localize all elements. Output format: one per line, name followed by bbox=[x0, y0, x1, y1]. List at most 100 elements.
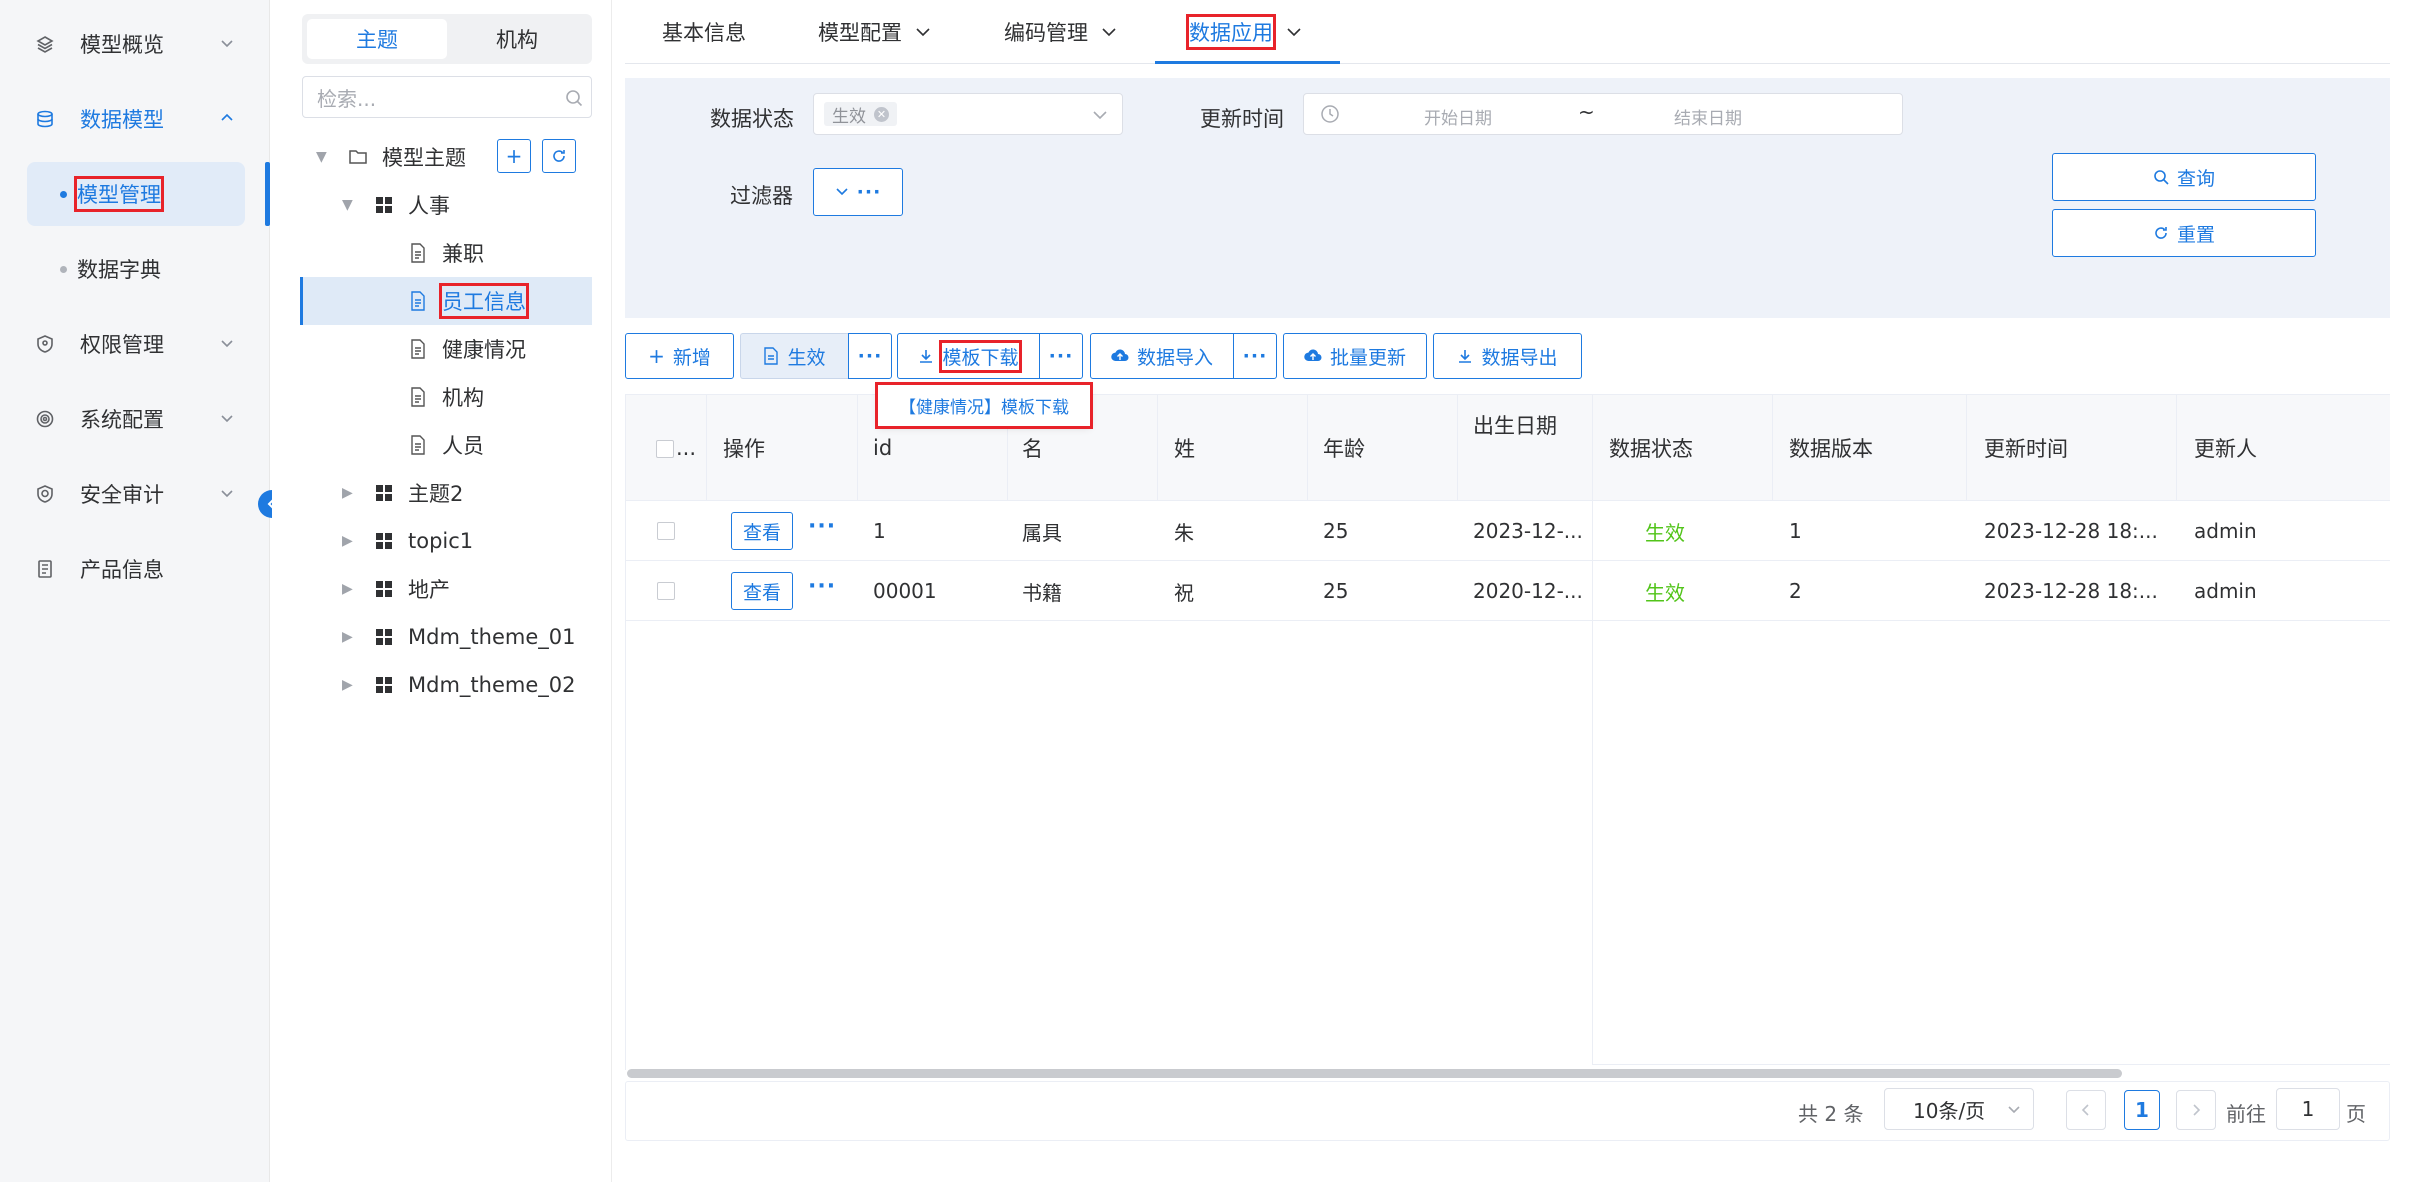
column-divider bbox=[2176, 395, 2177, 500]
tab-code-management[interactable]: 编码管理 bbox=[1004, 14, 1118, 50]
tab-label: 数据应用 bbox=[1186, 14, 1276, 50]
prev-page-button[interactable] bbox=[2066, 1090, 2106, 1130]
header-age[interactable]: 年龄 bbox=[1323, 396, 1365, 500]
chevron-up-icon bbox=[221, 113, 233, 121]
page-size-select[interactable]: 10条/页 bbox=[1884, 1088, 2034, 1130]
activate-more-button[interactable]: ··· bbox=[848, 333, 892, 379]
cell-ming: 属具 bbox=[1022, 520, 1062, 545]
batch-update-button[interactable]: 批量更新 bbox=[1283, 333, 1427, 379]
document-icon bbox=[34, 558, 56, 580]
tree-node-jigou[interactable]: 机构 bbox=[408, 377, 484, 417]
tree-node-renshi[interactable]: ▼ 人事 bbox=[342, 185, 450, 225]
nav-security-audit[interactable]: 安全审计 bbox=[34, 474, 234, 514]
header-birth-date[interactable]: 出生日期 bbox=[1473, 396, 1557, 500]
tab-data-application[interactable]: 数据应用 bbox=[1186, 14, 1303, 50]
tree-node-yuangong[interactable]: 员工信息 bbox=[408, 281, 529, 321]
goto-page-input[interactable]: 1 bbox=[2276, 1088, 2340, 1130]
header-updated-by[interactable]: 更新人 bbox=[2194, 396, 2257, 500]
nav-label: 模型概览 bbox=[80, 33, 164, 57]
data-export-button[interactable]: 数据导出 bbox=[1433, 333, 1582, 379]
time-filter-label: 更新时间 bbox=[1200, 107, 1284, 131]
cell-age: 25 bbox=[1323, 579, 1349, 603]
more-icon: ··· bbox=[857, 345, 883, 367]
tree-node-label: Mdm_theme_01 bbox=[408, 625, 576, 649]
caret-right-icon: ▶ bbox=[342, 581, 353, 597]
query-button[interactable]: 查询 bbox=[2052, 153, 2316, 201]
search-icon bbox=[2154, 170, 2169, 185]
tree-search-input[interactable]: 检索... bbox=[302, 76, 592, 118]
more-icon: ··· bbox=[1048, 345, 1074, 367]
select-all-checkbox[interactable] bbox=[656, 440, 674, 458]
subnav-model-management[interactable]: 模型管理 bbox=[60, 174, 164, 214]
header-updated-time[interactable]: 更新时间 bbox=[1984, 396, 2068, 500]
tab-organization[interactable]: 机构 bbox=[447, 19, 587, 59]
nav-model-overview[interactable]: 模型概览 bbox=[34, 24, 234, 64]
tree-node-label: 员工信息 bbox=[439, 283, 529, 319]
horizontal-scrollbar[interactable] bbox=[627, 1069, 2122, 1078]
date-range-picker[interactable]: 开始日期 ~ 结束日期 bbox=[1303, 93, 1903, 135]
row-more-icon[interactable]: ··· bbox=[808, 514, 836, 539]
tree-node-jianzhi[interactable]: 兼职 bbox=[408, 233, 484, 273]
close-icon[interactable]: ✕ bbox=[874, 106, 889, 122]
tab-basic-info[interactable]: 基本信息 bbox=[662, 14, 746, 50]
row-divider bbox=[625, 560, 2390, 561]
view-button[interactable]: 查看 bbox=[731, 572, 793, 610]
row-checkbox[interactable] bbox=[657, 582, 675, 600]
tree-node-dichan[interactable]: ▶ 地产 bbox=[342, 569, 450, 609]
cloud-upload-icon bbox=[1111, 349, 1129, 362]
add-button[interactable]: + 新增 bbox=[625, 333, 734, 379]
tree-node-renyuan[interactable]: 人员 bbox=[408, 425, 484, 465]
header-xing[interactable]: 姓 bbox=[1174, 396, 1195, 500]
tree-node-zhuti2[interactable]: ▶ 主题2 bbox=[342, 473, 463, 513]
grid-icon bbox=[374, 675, 394, 695]
import-more-button[interactable]: ··· bbox=[1233, 333, 1277, 379]
bullet-icon bbox=[60, 265, 67, 273]
search-icon bbox=[566, 90, 583, 107]
nav-data-model[interactable]: 数据模型 bbox=[34, 99, 234, 139]
tab-model-config[interactable]: 模型配置 bbox=[818, 14, 932, 50]
page-number-current[interactable]: 1 bbox=[2124, 1090, 2160, 1130]
row-checkbox[interactable] bbox=[657, 522, 675, 540]
nav-label: 安全审计 bbox=[80, 483, 164, 507]
status-select[interactable]: 生效 ✕ bbox=[813, 93, 1123, 135]
chevron-down-icon bbox=[916, 28, 930, 37]
template-download-tooltip[interactable]: 【健康情况】模板下载 bbox=[875, 382, 1093, 429]
reset-label: 重置 bbox=[2176, 223, 2215, 246]
view-button[interactable]: 查看 bbox=[731, 512, 793, 550]
range-separator: ~ bbox=[1578, 100, 1595, 124]
tree-node-label: 人事 bbox=[408, 194, 450, 218]
nav-permission-management[interactable]: 权限管理 bbox=[34, 324, 234, 364]
subnav-data-dictionary[interactable]: 数据字典 bbox=[60, 249, 161, 289]
header-data-version[interactable]: 数据版本 bbox=[1789, 396, 1873, 500]
tree-node-label: 主题2 bbox=[408, 482, 464, 506]
caret-right-icon: ▶ bbox=[342, 629, 353, 645]
add-node-button[interactable]: + bbox=[497, 139, 531, 173]
chevron-down-icon bbox=[1093, 111, 1107, 120]
nav-system-config[interactable]: 系统配置 bbox=[34, 399, 234, 439]
template-more-button[interactable]: ··· bbox=[1039, 333, 1083, 379]
active-indicator bbox=[265, 162, 270, 226]
caret-right-icon: ▶ bbox=[342, 677, 353, 693]
end-date-placeholder: 结束日期 bbox=[1674, 109, 1742, 129]
refresh-tree-button[interactable] bbox=[542, 139, 576, 173]
header-data-status[interactable]: 数据状态 bbox=[1609, 396, 1693, 500]
nav-label: 数据模型 bbox=[80, 108, 164, 132]
tree-node-root[interactable]: ▼ 模型主题 bbox=[316, 137, 466, 177]
next-page-button[interactable] bbox=[2176, 1090, 2216, 1130]
tree-node-topic1[interactable]: ▶ topic1 bbox=[342, 521, 473, 561]
template-download-button[interactable]: 模板下载 bbox=[897, 333, 1040, 379]
tree-node-mdm1[interactable]: ▶ Mdm_theme_01 bbox=[342, 617, 575, 657]
document-icon bbox=[408, 291, 428, 311]
filter-dropdown-button[interactable]: ··· bbox=[813, 168, 903, 216]
tree-node-jiankang[interactable]: 健康情况 bbox=[408, 329, 526, 369]
data-import-button[interactable]: 数据导入 bbox=[1090, 333, 1234, 379]
row-more-icon[interactable]: ··· bbox=[808, 574, 836, 599]
nav-product-info[interactable]: 产品信息 bbox=[34, 549, 234, 589]
activate-button[interactable]: 生效 bbox=[740, 333, 848, 379]
reset-button[interactable]: 重置 bbox=[2052, 209, 2316, 257]
status-filter-label: 数据状态 bbox=[710, 107, 794, 131]
tab-theme[interactable]: 主题 bbox=[307, 19, 447, 59]
tree-node-mdm2[interactable]: ▶ Mdm_theme_02 bbox=[342, 665, 575, 705]
template-download-label: 模板下载 bbox=[939, 339, 1022, 373]
chevron-down-icon bbox=[2008, 1106, 2020, 1114]
